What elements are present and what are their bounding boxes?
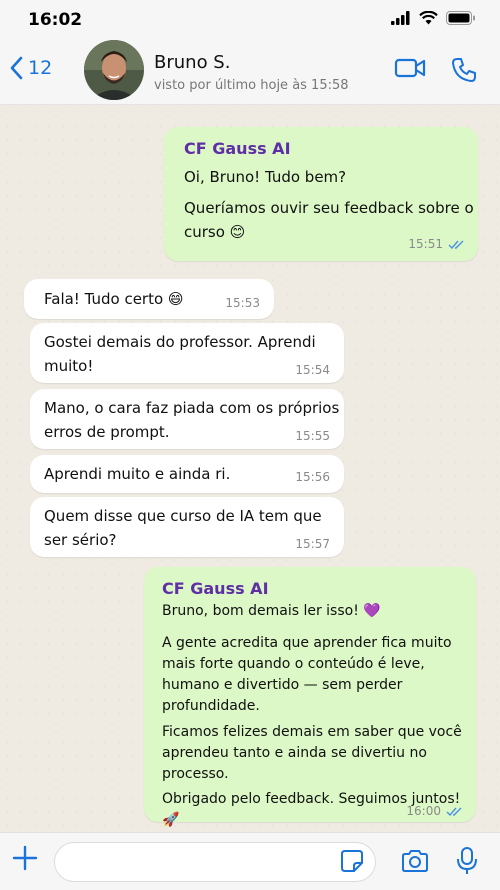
message-bubble-outgoing[interactable]: CF Gauss AI Bruno, bom demais ler isso! … xyxy=(144,567,476,828)
unread-count: 12 xyxy=(28,57,53,79)
contact-avatar[interactable] xyxy=(84,40,144,100)
video-call-icon xyxy=(394,58,426,78)
attach-button[interactable] xyxy=(12,845,38,876)
message-text: processo. xyxy=(162,766,229,782)
double-check-icon xyxy=(448,240,464,249)
message-bubble-outgoing[interactable]: CF Gauss AI Oi, Bruno! Tudo bem? Queríam… xyxy=(164,127,478,261)
camera-button[interactable] xyxy=(400,849,430,878)
message-bubble-incoming[interactable]: Quem disse que curso de IA tem que ser s… xyxy=(30,497,344,557)
message-time: 15:53 xyxy=(225,296,260,310)
message-input[interactable] xyxy=(54,842,376,882)
message-text: curso 😊 xyxy=(184,223,246,241)
sticker-icon xyxy=(341,850,363,872)
back-chevron-icon xyxy=(10,56,23,80)
sender-name: CF Gauss AI xyxy=(162,579,269,598)
voice-message-button[interactable] xyxy=(456,846,478,881)
message-time: 15:54 xyxy=(295,363,330,377)
back-button[interactable]: 12 xyxy=(10,56,52,80)
message-bubble-incoming[interactable]: Fala! Tudo certo 😄 15:53 xyxy=(24,279,274,319)
message-bubble-incoming[interactable]: Gostei demais do professor. Aprendi muit… xyxy=(30,323,344,383)
message-text: Oi, Bruno! Tudo bem? xyxy=(184,168,347,186)
message-text: Bruno, bom demais ler isso! 💜 xyxy=(162,603,381,619)
status-icons xyxy=(391,11,476,25)
message-text: Quem disse que curso de IA tem que xyxy=(44,507,322,525)
message-text: Fala! Tudo certo 😄 xyxy=(44,290,184,308)
message-text: profundidade. xyxy=(162,698,260,714)
sender-name: CF Gauss AI xyxy=(184,139,291,158)
sticker-button[interactable] xyxy=(340,849,364,878)
message-bubble-incoming[interactable]: Aprendi muito e ainda ri. 15:56 xyxy=(30,455,344,493)
chat-header: 12 Bruno S. visto por último hoje às 15:… xyxy=(0,40,500,105)
message-meta: 15:51 xyxy=(408,237,466,251)
status-time: 16:02 xyxy=(28,10,83,30)
message-text: Queríamos ouvir seu feedback sobre o xyxy=(184,199,474,217)
message-text: muito! xyxy=(44,357,94,375)
camera-icon xyxy=(402,850,428,872)
message-composer xyxy=(0,832,500,890)
message-text: aprendeu tanto e ainda se divertiu no xyxy=(162,745,427,761)
last-seen-status: visto por último hoje às 15:58 xyxy=(154,78,349,93)
microphone-icon xyxy=(457,847,477,874)
message-text: Mano, o cara faz piada com os próprios xyxy=(44,399,340,417)
battery-icon xyxy=(446,11,475,25)
message-time: 15:51 xyxy=(408,237,443,251)
phone-icon xyxy=(452,58,476,82)
chat-area[interactable]: CF Gauss AI Oi, Bruno! Tudo bem? Queríam… xyxy=(0,105,500,832)
message-time: 16:00 xyxy=(406,804,441,818)
status-bar: 16:02 xyxy=(0,0,500,40)
voice-call-button[interactable] xyxy=(450,56,478,89)
message-meta: 16:00 xyxy=(406,804,464,818)
video-call-button[interactable] xyxy=(394,56,426,85)
message-time: 15:57 xyxy=(295,537,330,551)
wifi-icon xyxy=(419,11,438,25)
message-time: 15:55 xyxy=(295,429,330,443)
message-text: mais forte quando o conteúdo é leve, xyxy=(162,656,425,672)
message-text: A gente acredita que aprender fica muito xyxy=(162,635,452,651)
signal-icon xyxy=(391,11,410,25)
message-text: Gostei demais do professor. Aprendi xyxy=(44,333,316,351)
message-bubble-incoming[interactable]: Mano, o cara faz piada com os próprios e… xyxy=(30,389,344,449)
avatar-photo xyxy=(84,40,144,100)
message-time: 15:56 xyxy=(295,470,330,484)
double-check-icon xyxy=(446,807,462,816)
contact-name[interactable]: Bruno S. xyxy=(154,52,230,73)
plus-icon xyxy=(12,845,38,871)
message-text: ser sério? xyxy=(44,531,117,549)
message-text: Aprendi muito e ainda ri. xyxy=(44,465,231,483)
message-text: erros de prompt. xyxy=(44,423,170,441)
message-text: humano e divertido — sem perder xyxy=(162,677,403,693)
message-text: Ficamos felizes demais em saber que você xyxy=(162,724,462,740)
